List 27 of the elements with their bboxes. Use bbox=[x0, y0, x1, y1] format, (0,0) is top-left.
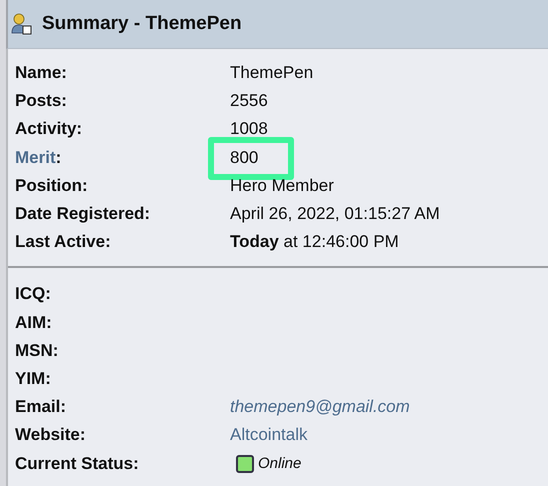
field-label: Name: bbox=[15, 63, 67, 82]
field-value: April 26, 2022, 01:15:27 AM bbox=[230, 204, 440, 224]
status-text: Online bbox=[258, 455, 302, 472]
label-colon: : bbox=[56, 148, 62, 167]
field-label: Activity: bbox=[15, 119, 82, 138]
field-label: Position: bbox=[15, 176, 88, 195]
field-value: ThemePen bbox=[230, 63, 314, 84]
field-value: 2556 bbox=[230, 91, 268, 112]
field-label: AIM: bbox=[15, 312, 52, 332]
field-value: Hero Member bbox=[230, 176, 334, 196]
field-value: 1008 bbox=[230, 119, 268, 140]
field-label: Date Registered: bbox=[15, 204, 150, 224]
website-link[interactable]: Altcointalk bbox=[230, 425, 308, 446]
field-label: Email: bbox=[15, 397, 66, 416]
field-value: Today at 12:46:00 PM bbox=[230, 232, 399, 252]
field-label: Last Active: bbox=[15, 232, 111, 252]
user-card-icon bbox=[10, 13, 32, 35]
field-value: 800 bbox=[230, 148, 258, 168]
field-label-link[interactable]: Merit bbox=[15, 148, 56, 167]
field-label: YIM: bbox=[15, 368, 51, 388]
field-label: Posts: bbox=[15, 91, 67, 110]
field-label: MSN: bbox=[15, 340, 58, 360]
field-label: ICQ: bbox=[15, 284, 51, 304]
field-label: Current Status: bbox=[15, 454, 139, 473]
email-link[interactable]: themepen9@gmail.com bbox=[230, 397, 410, 418]
field-label: Website: bbox=[15, 425, 86, 444]
panel-title: Summary - ThemePen bbox=[42, 13, 242, 35]
